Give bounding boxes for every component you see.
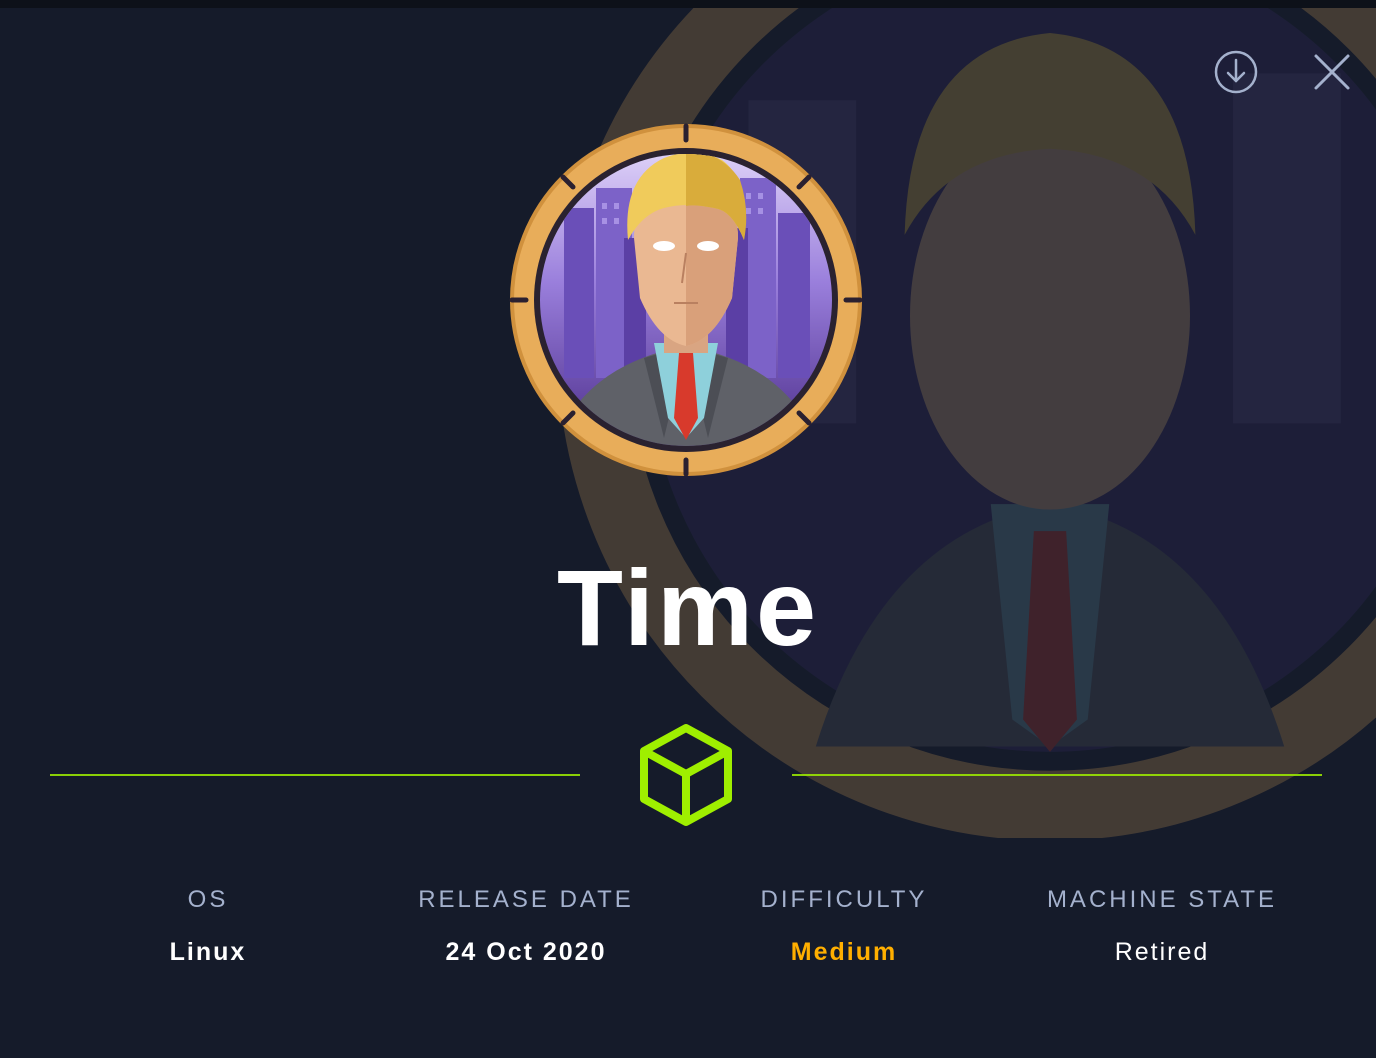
stat-machine-state: MACHINE STATE Retired xyxy=(1002,880,1322,972)
divider-left xyxy=(50,774,580,776)
machine-name: Time xyxy=(556,547,820,668)
stat-value-release-date: 24 Oct 2020 xyxy=(445,938,607,966)
stat-value-difficulty: Medium xyxy=(790,938,898,966)
stat-difficulty: DIFFICULTY Medium xyxy=(684,880,1004,972)
top-bar xyxy=(0,0,1376,8)
divider-right xyxy=(792,774,1322,776)
cube-icon xyxy=(640,724,732,826)
stat-label-machine-state: MACHINE STATE xyxy=(1046,886,1278,913)
stat-label-os: OS xyxy=(187,886,229,913)
close-button[interactable] xyxy=(1308,48,1356,96)
close-icon xyxy=(1314,54,1350,90)
stat-label-difficulty: DIFFICULTY xyxy=(760,886,928,913)
stat-value-machine-state: Retired xyxy=(1114,938,1210,966)
stat-value-os: Linux xyxy=(169,938,247,966)
machine-modal: Time OS Linux RELEASE DATE 24 Oct 2020 D… xyxy=(0,8,1376,1058)
stat-label-release-date: RELEASE DATE xyxy=(418,886,634,913)
stat-os: OS Linux xyxy=(48,880,368,972)
download-button[interactable] xyxy=(1212,48,1260,96)
machine-avatar xyxy=(509,123,863,477)
stat-release-date: RELEASE DATE 24 Oct 2020 xyxy=(366,880,686,972)
download-icon xyxy=(1214,50,1258,94)
